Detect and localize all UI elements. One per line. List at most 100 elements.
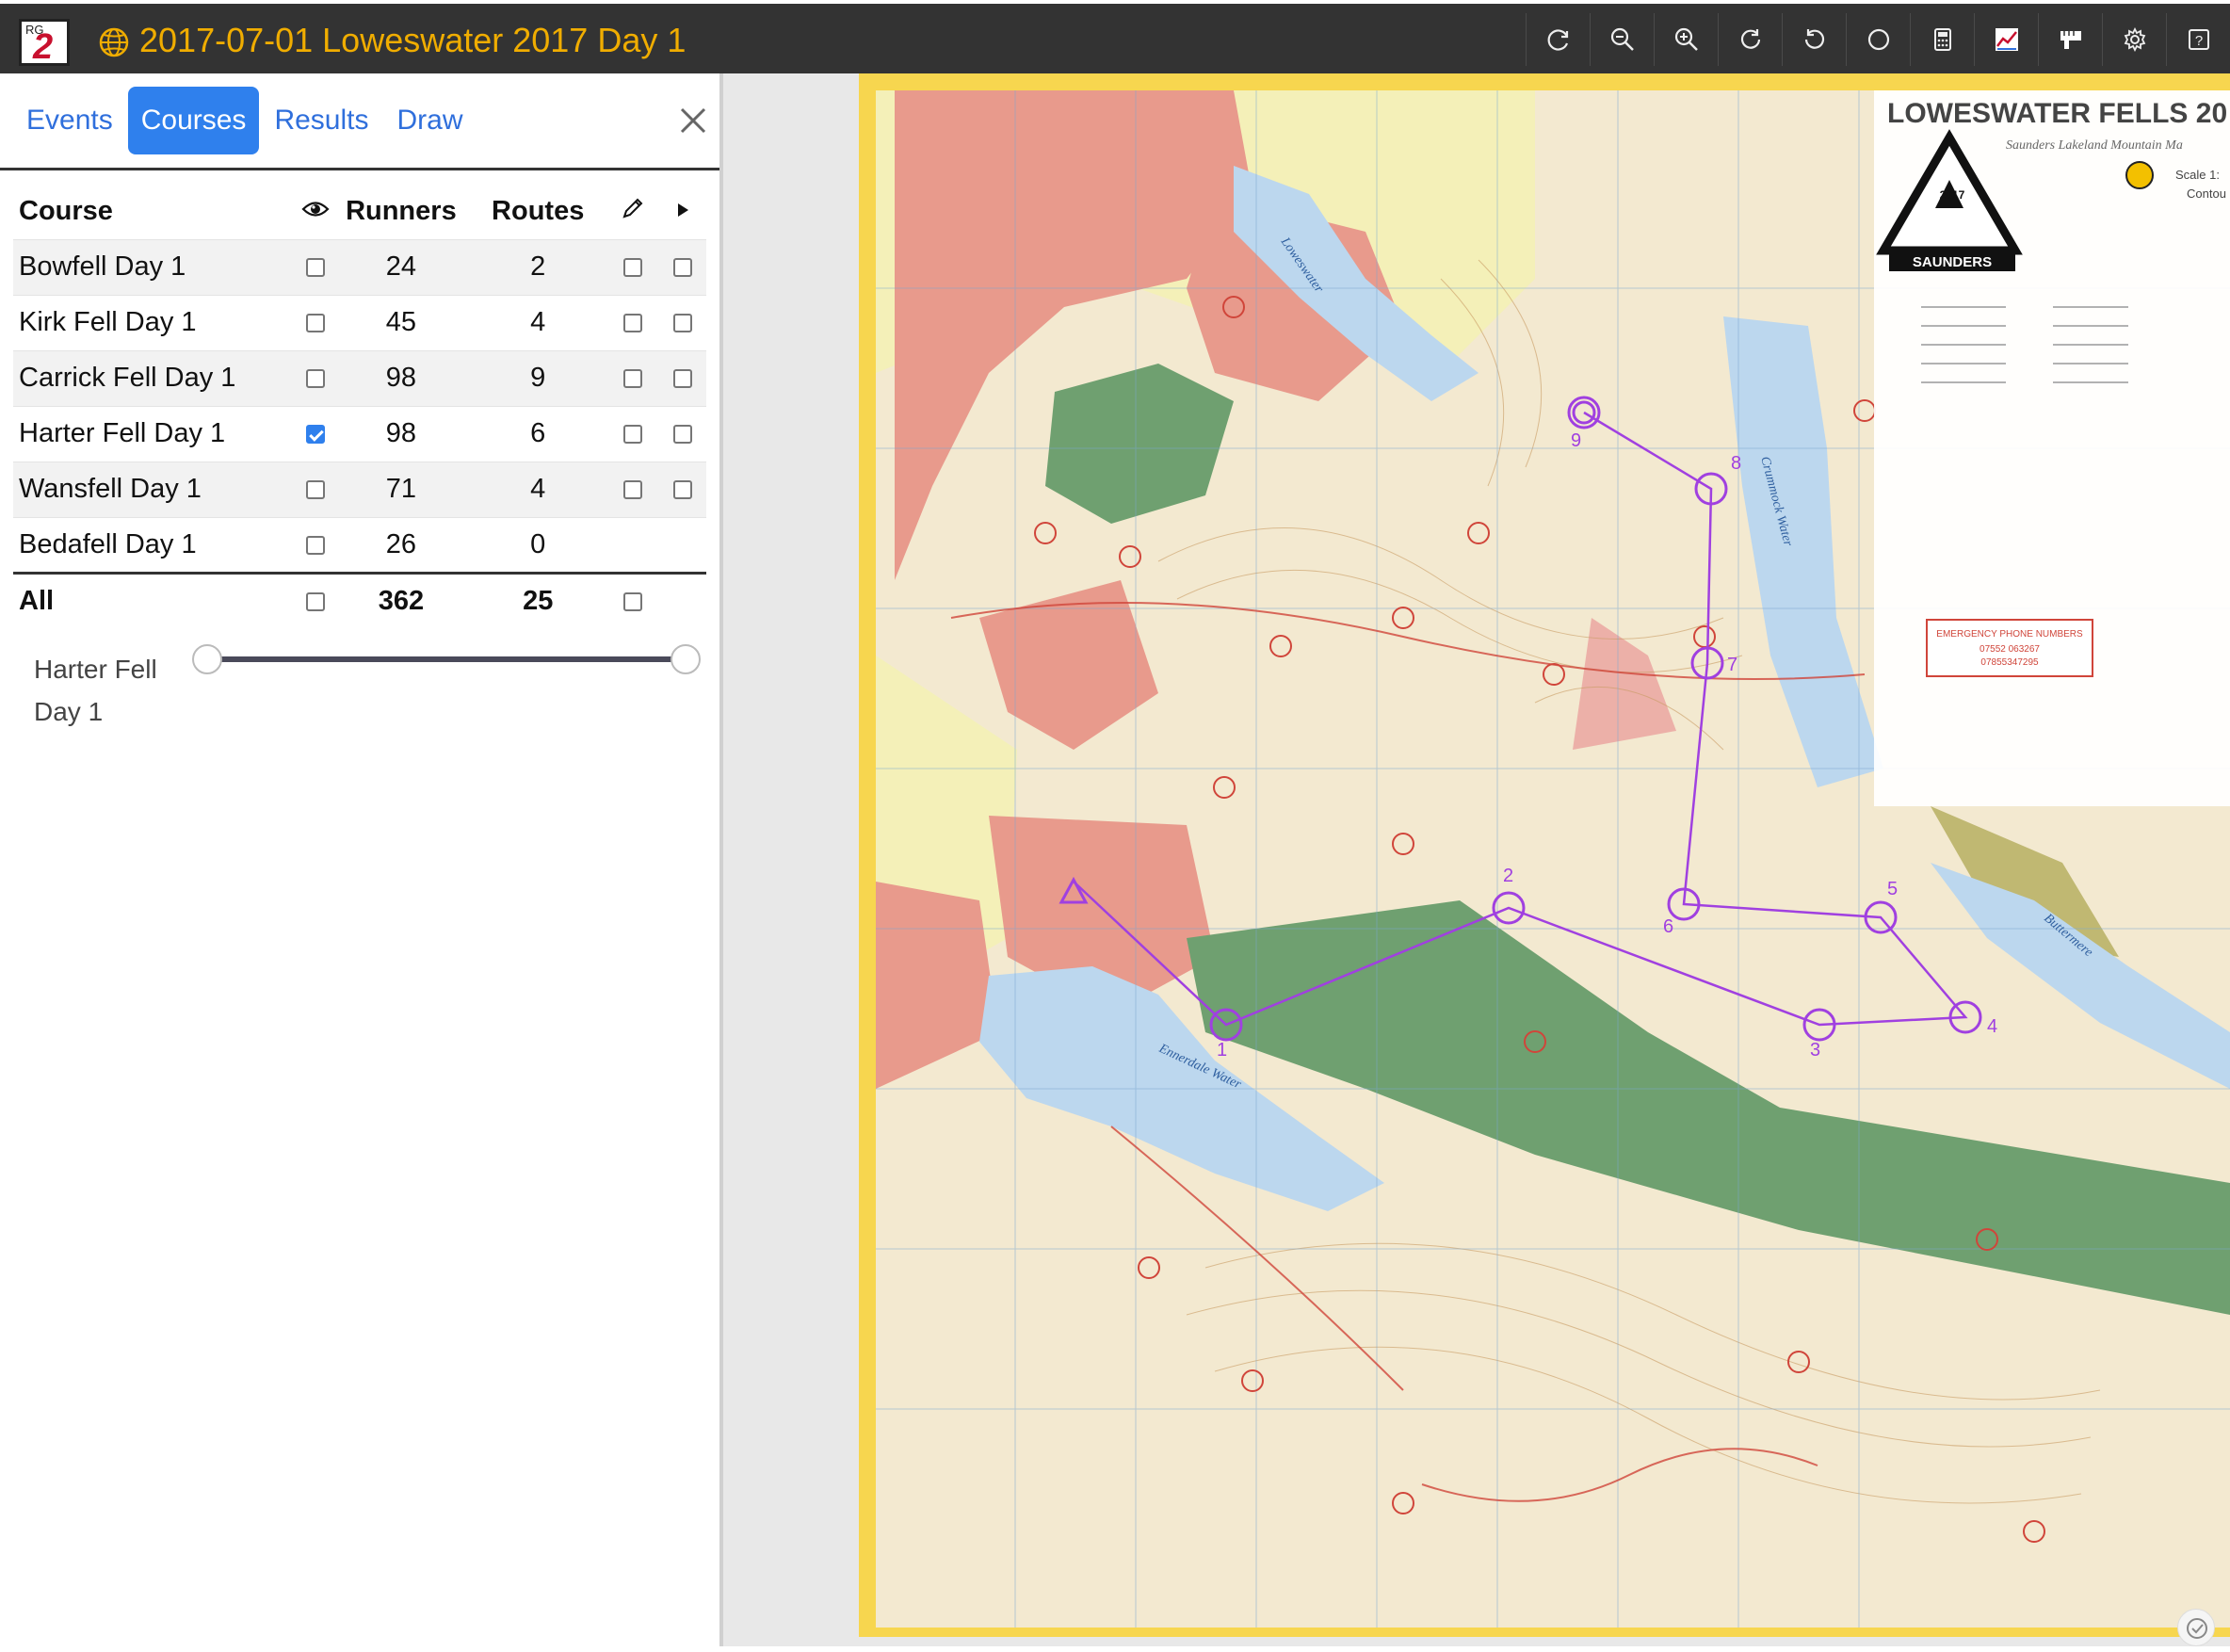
emergency-number-2: 07855347295 <box>1980 657 2039 668</box>
map-title: LOWESWATER FELLS 20 <box>1887 98 2227 129</box>
course-row-harter-fell: Harter Fell Day 1 98 6 <box>13 405 706 462</box>
app-logo: RG 2 <box>19 19 70 67</box>
slider-label: Harter Fell Day 1 <box>34 655 157 726</box>
course-row-kirk-fell: Kirk Fell Day 1 45 4 <box>13 294 706 350</box>
measure-icon <box>2060 31 2081 49</box>
print-button[interactable] <box>1910 13 1974 66</box>
map-image[interactable]: 1 2 3 4 5 6 7 8 9 Loweswater Crummock Wa… <box>876 90 2230 1628</box>
replay-checkbox[interactable] <box>672 314 692 333</box>
replay-checkbox[interactable] <box>672 425 692 445</box>
zoom-out-icon <box>1610 27 1634 51</box>
course-name: Wansfell Day 1 <box>13 461 299 517</box>
runners-count: 71 <box>331 461 471 517</box>
show-all-routes-checkbox[interactable] <box>622 592 642 612</box>
show-course-checkbox[interactable] <box>305 425 325 445</box>
time-slider-track[interactable] <box>207 656 686 662</box>
zoom-out-button[interactable] <box>1590 13 1654 66</box>
routes-count: 6 <box>470 405 606 462</box>
circle-button[interactable] <box>1846 13 1910 66</box>
gps-track-button[interactable] <box>1974 13 2038 66</box>
tab-events[interactable]: Events <box>13 87 126 154</box>
course-name: All <box>13 571 299 628</box>
help-button[interactable]: ? <box>2166 13 2230 66</box>
tab-courses[interactable]: Courses <box>127 87 260 154</box>
svg-text:SAUNDERS: SAUNDERS <box>1913 254 1992 270</box>
panel-shadow <box>719 73 723 1646</box>
control-label-7: 7 <box>1727 655 1737 675</box>
show-routes-checkbox[interactable] <box>622 258 642 278</box>
settings-button[interactable] <box>2102 13 2166 66</box>
contour-text: Contou <box>2187 186 2226 201</box>
svg-text:?: ? <box>2194 33 2202 49</box>
show-course-checkbox[interactable] <box>305 369 325 389</box>
replay-checkbox[interactable] <box>672 480 692 500</box>
globe-icon <box>99 27 129 57</box>
close-icon[interactable] <box>674 102 712 139</box>
runners-count: 26 <box>331 516 471 573</box>
show-routes-checkbox[interactable] <box>622 314 642 333</box>
show-all-courses-checkbox[interactable] <box>305 592 325 612</box>
show-course-checkbox[interactable] <box>305 258 325 278</box>
gps-track-icon <box>1995 28 2018 51</box>
header-draw <box>606 185 658 239</box>
course-row-carrick-fell: Carrick Fell Day 1 98 9 <box>13 349 706 406</box>
zoom-in-icon <box>1674 27 1698 51</box>
reset-view-icon <box>1547 29 1568 51</box>
slider-end-handle[interactable] <box>671 644 701 674</box>
reset-view-button[interactable] <box>1526 13 1590 66</box>
show-course-checkbox[interactable] <box>305 480 325 500</box>
show-routes-checkbox[interactable] <box>622 480 642 500</box>
routes-count: 4 <box>470 294 606 350</box>
print-icon <box>1933 28 1951 51</box>
routes-total: 25 <box>470 571 606 628</box>
control-label-8: 8 <box>1731 453 1741 474</box>
routes-count: 2 <box>470 238 606 295</box>
slider-start-handle[interactable] <box>192 644 222 674</box>
course-name: Bedafell Day 1 <box>13 516 299 573</box>
svg-text:2017: 2017 <box>1940 188 1965 202</box>
course-row-wansfell: Wansfell Day 1 71 4 <box>13 461 706 517</box>
course-name: Carrick Fell Day 1 <box>13 349 299 406</box>
course-name: Harter Fell Day 1 <box>13 405 299 462</box>
replay-checkbox[interactable] <box>672 369 692 389</box>
control-label-1: 1 <box>1217 1040 1227 1061</box>
show-routes-checkbox[interactable] <box>622 425 642 445</box>
rotate-right-button[interactable] <box>1718 13 1782 66</box>
control-label-4: 4 <box>1987 1016 1997 1037</box>
show-course-checkbox[interactable] <box>305 535 325 555</box>
control-label-9: 9 <box>1571 430 1581 451</box>
course-row-all: All 362 25 <box>13 571 706 628</box>
map-subtitle: Saunders Lakeland Mountain Ma <box>2006 138 2183 153</box>
tab-results[interactable]: Results <box>261 87 381 154</box>
top-bar: RG 2 2017-07-01 Loweswater 2017 Day 1 ? <box>0 0 2230 73</box>
control-label-6: 6 <box>1663 916 1673 937</box>
scale-text: Scale 1: <box>2175 168 2220 182</box>
show-routes-checkbox[interactable] <box>622 369 642 389</box>
header-course: Course <box>19 196 113 227</box>
control-label-3: 3 <box>1810 1040 1820 1061</box>
runners-count: 98 <box>331 349 471 406</box>
map-toolbar: ? <box>1526 13 2230 66</box>
course-name: Kirk Fell Day 1 <box>13 294 299 350</box>
control-label-5: 5 <box>1887 879 1898 899</box>
show-course-checkbox[interactable] <box>305 314 325 333</box>
panel-tabs: Events Courses Results Draw <box>13 87 478 154</box>
header-replay <box>659 185 706 239</box>
rotate-left-button[interactable] <box>1782 13 1846 66</box>
routes-count: 4 <box>470 461 606 517</box>
header-routes: Routes <box>492 196 585 227</box>
runners-total: 362 <box>331 571 471 628</box>
emergency-number-1: 07552 063267 <box>1980 644 2040 655</box>
measure-button[interactable] <box>2038 13 2102 66</box>
help-icon: ? <box>2188 29 2209 50</box>
event-title: 2017-07-01 Loweswater 2017 Day 1 <box>139 21 687 59</box>
course-name: Bowfell Day 1 <box>13 238 299 295</box>
runners-count: 45 <box>331 294 471 350</box>
replay-checkbox[interactable] <box>672 258 692 278</box>
side-panel: Events Courses Results Draw Course Runne… <box>0 73 719 1646</box>
header-runners: Runners <box>346 196 457 227</box>
runners-count: 98 <box>331 405 471 462</box>
tab-draw[interactable]: Draw <box>383 87 476 154</box>
zoom-in-button[interactable] <box>1654 13 1718 66</box>
control-label-2: 2 <box>1503 866 1513 886</box>
